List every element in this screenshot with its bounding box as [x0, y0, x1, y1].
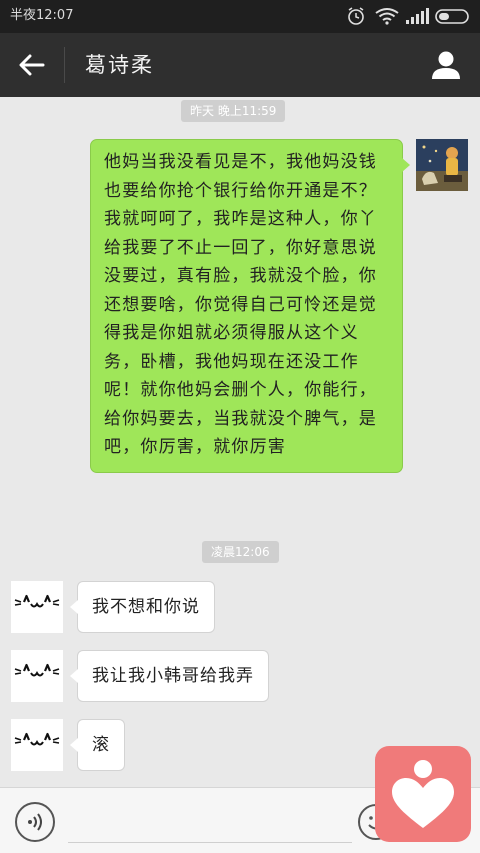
arrow-left-icon — [19, 54, 45, 76]
alarm-icon — [348, 7, 364, 25]
cat-face-icon — [11, 719, 63, 771]
title-divider — [64, 47, 65, 83]
my-avatar[interactable] — [416, 139, 468, 191]
contact-avatar[interactable] — [11, 650, 63, 702]
floating-app-button[interactable] — [375, 746, 471, 842]
back-button[interactable] — [8, 41, 56, 89]
message-input[interactable] — [68, 808, 352, 843]
message-bubble-outgoing[interactable]: 他妈当我没看见是不，我他妈没钱也要给你抢个银行给你开通是不？我就呵呵了，我咋是这… — [90, 139, 410, 473]
cat-face-icon — [11, 650, 63, 702]
message-bubble-incoming[interactable]: 滚 — [70, 719, 125, 771]
voice-button[interactable] — [15, 802, 55, 842]
cat-face-icon — [11, 581, 63, 633]
chat-title: 葛诗柔 — [85, 53, 154, 77]
voice-icon — [28, 813, 42, 831]
wifi-icon — [375, 8, 399, 25]
chat-area[interactable]: 昨天 晚上11:59 他妈当我没看见是不，我他妈没钱也要给你抢个银行给你开通是不… — [0, 97, 480, 787]
status-time: 半夜12:07 — [10, 8, 74, 23]
heart-person-icon — [392, 760, 454, 828]
contact-avatar[interactable] — [11, 581, 63, 633]
person-icon — [432, 51, 460, 79]
message-bubble-incoming[interactable]: 我让我小韩哥给我弄 — [70, 650, 269, 702]
status-icons — [346, 6, 472, 26]
timestamp-yesterday: 昨天 晚上11:59 — [181, 100, 286, 122]
contact-avatar[interactable] — [11, 719, 63, 771]
profile-button[interactable] — [422, 41, 470, 89]
message-bubble-incoming[interactable]: 我不想和你说 — [70, 581, 215, 633]
signal-icon — [406, 8, 429, 24]
status-bar: 半夜12:07 — [0, 0, 480, 33]
battery-icon — [435, 9, 469, 24]
title-bar: 葛诗柔 — [0, 33, 480, 97]
timestamp-early-morning: 凌晨12:06 — [202, 541, 279, 563]
